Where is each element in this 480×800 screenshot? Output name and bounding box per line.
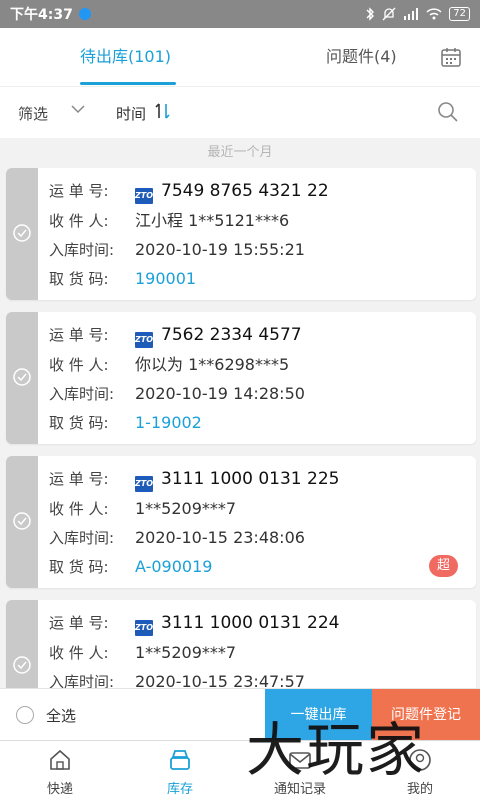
waybill-number: 7562 2334 4577 (161, 325, 302, 345)
waybill-number: 3111 1000 0131 224 (161, 613, 340, 633)
time-in-row: 入库时间: 2020-10-19 14:28:50 (49, 382, 305, 406)
tab-bar: 待出库(101) 问题件(4) (0, 28, 480, 86)
receiver-row: 收 件 人: 你以为 1**6298***5 (49, 353, 289, 377)
waybill-row: 运 单 号: ZTO 3111 1000 0131 224 (49, 611, 340, 636)
status-time: 下午4:37 (10, 7, 73, 23)
time-in-label: 入库时间: (49, 385, 115, 403)
receiver-value: 江小程 1**5121***6 (135, 211, 290, 230)
waybill-label: 运 单 号: (49, 470, 109, 488)
time-in-row: 入库时间: 2020-10-19 15:55:21 (49, 238, 305, 262)
battery-icon: 72 (449, 7, 470, 21)
receiver-label: 收 件 人: (49, 500, 109, 518)
calendar-icon[interactable] (440, 46, 462, 68)
signal-icon (404, 8, 419, 20)
search-icon[interactable] (436, 100, 460, 124)
parcel-card[interactable]: 运 单 号: ZTO 7549 8765 4321 22 收 件 人: 江小程 1**… (6, 168, 476, 300)
receiver-label: 收 件 人: (49, 356, 109, 374)
status-icons: 72 (365, 7, 470, 21)
receiver-row: 收 件 人: 1**5209***7 (49, 641, 236, 665)
tab-problem-parcels[interactable]: 问题件(4) (326, 28, 397, 86)
select-all-radio[interactable] (16, 706, 34, 724)
nav-label: 快递 (46, 782, 73, 797)
time-in-row: 入库时间: 2020-10-15 23:48:06 (49, 526, 305, 550)
check-circle-icon[interactable] (12, 511, 32, 531)
sort-icon[interactable] (154, 101, 172, 121)
parcel-card[interactable]: 运 单 号: ZTO 7562 2334 4577 收 件 人: 你以为 1**629… (6, 312, 476, 444)
pickup-code-label: 取 货 码: (49, 558, 109, 576)
section-label: 最近一个月 (207, 145, 273, 160)
bluetooth-icon (366, 7, 375, 21)
time-in-value: 2020-10-19 15:55:21 (135, 240, 305, 259)
pickup-code-row: 取 货 码: 1-19002 (49, 411, 202, 435)
time-in-label: 入库时间: (49, 529, 115, 547)
mute-icon (382, 7, 396, 21)
receiver-value: 你以为 1**6298***5 (135, 355, 290, 374)
wifi-icon (426, 8, 442, 20)
receiver-value: 1**5209***7 (135, 643, 237, 662)
overdue-badge: 超 (428, 555, 458, 577)
tab-pending-outbound[interactable]: 待出库(101) (80, 28, 171, 86)
tab-active-indicator (80, 82, 176, 85)
waybill-label: 运 单 号: (49, 614, 109, 632)
nav-label: 库存 (166, 782, 193, 797)
time-sort-button[interactable]: 时间 (116, 103, 146, 124)
time-in-value: 2020-10-15 23:48:06 (135, 528, 305, 547)
check-circle-icon[interactable] (12, 655, 32, 675)
zto-logo-icon: ZTO (135, 476, 153, 492)
waybill-label: 运 单 号: (49, 326, 109, 344)
time-in-value: 2020-10-19 14:28:50 (135, 384, 305, 403)
time-in-label: 入库时间: (49, 241, 115, 259)
nav-item-express[interactable]: 快递 (0, 741, 120, 800)
check-circle-icon[interactable] (12, 367, 32, 387)
status-bar: 下午4:37 72 (0, 0, 480, 28)
waybill-label: 运 单 号: (49, 182, 109, 200)
waybill-row: 运 单 号: ZTO 7549 8765 4321 22 (49, 179, 329, 204)
check-circle-icon[interactable] (12, 223, 32, 243)
pickup-code-value: 190001 (135, 269, 197, 288)
pickup-code-row: 取 货 码: A-090019 (49, 555, 212, 579)
watermark-text: 大玩家 (246, 716, 427, 784)
pickup-code-value: A-090019 (135, 557, 213, 576)
parcel-card[interactable]: 运 单 号: ZTO 3111 1000 0131 225 收 件 人: 1**520… (6, 456, 476, 588)
home-icon (50, 749, 70, 770)
chevron-down-icon[interactable] (70, 101, 86, 117)
zto-logo-icon: ZTO (135, 188, 153, 204)
filter-bar: 筛选 时间 (0, 86, 480, 138)
select-all-label[interactable]: 全选 (46, 705, 76, 726)
nav-item-inventory[interactable]: 库存 (120, 741, 240, 800)
waybill-number: 7549 8765 4321 22 (161, 181, 329, 201)
waybill-row: 运 单 号: ZTO 7562 2334 4577 (49, 323, 302, 348)
waybill-row: 运 单 号: ZTO 3111 1000 0131 225 (49, 467, 340, 492)
pickup-code-label: 取 货 码: (49, 270, 109, 288)
zto-logo-icon: ZTO (135, 332, 153, 348)
pickup-code-row: 取 货 码: 190001 (49, 267, 196, 291)
pickup-code-label: 取 货 码: (49, 414, 109, 432)
receiver-row: 收 件 人: 1**5209***7 (49, 497, 236, 521)
receiver-row: 收 件 人: 江小程 1**5121***6 (49, 209, 289, 233)
zto-logo-icon: ZTO (135, 620, 153, 636)
waybill-number: 3111 1000 0131 225 (161, 469, 340, 489)
pickup-code-value: 1-19002 (135, 413, 202, 432)
app-notification-icon (78, 8, 91, 20)
receiver-label: 收 件 人: (49, 644, 109, 662)
receiver-value: 1**5209***7 (135, 499, 237, 518)
filter-dropdown[interactable]: 筛选 (18, 103, 48, 124)
receiver-label: 收 件 人: (49, 212, 109, 230)
inventory-icon (170, 750, 190, 770)
